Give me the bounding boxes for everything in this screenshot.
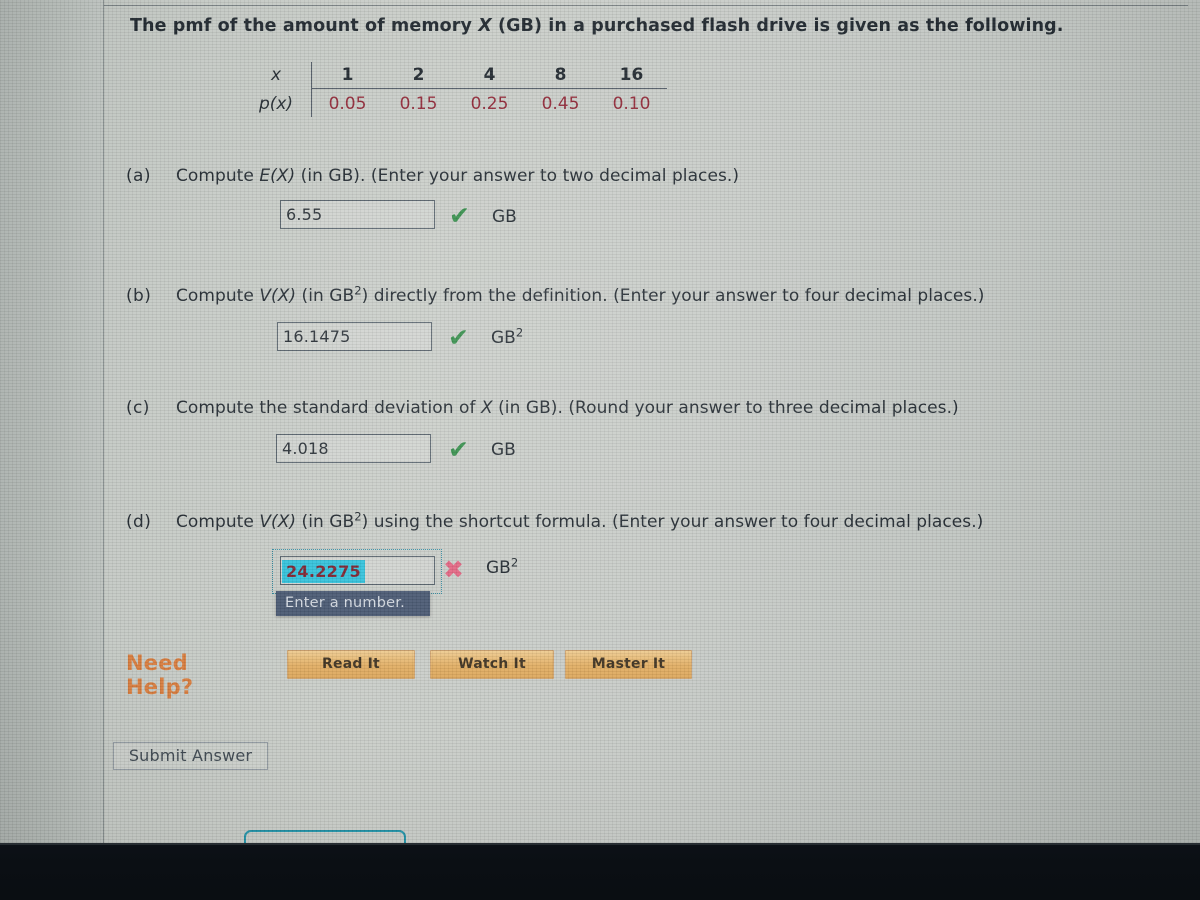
problem-statement: The pmf of the amount of memory X (GB) i… xyxy=(130,16,1064,36)
part-d-incorrect-icon: ✖ xyxy=(443,555,464,584)
part-d-label: (d) xyxy=(126,512,152,532)
part-d-validation-tooltip: Enter a number. xyxy=(276,591,430,616)
submit-answer-button[interactable]: Submit Answer xyxy=(113,742,268,770)
part-d-prompt-tail: (in GB2) using the shortcut formula. (En… xyxy=(296,509,984,532)
pmf-row-header-x: x xyxy=(254,62,312,89)
master-it-button[interactable]: Master It xyxy=(565,650,692,679)
watch-it-button[interactable]: Watch It xyxy=(430,650,554,679)
part-c-expression: X xyxy=(480,398,493,418)
pmf-x-cell: 16 xyxy=(596,62,667,89)
part-c-answer-input[interactable] xyxy=(276,434,431,463)
part-c-label: (c) xyxy=(126,398,150,418)
part-d-selected-text[interactable]: 24.2275 xyxy=(282,560,365,583)
pmf-x-cell: 8 xyxy=(525,62,596,89)
part-c-prompt-tail: (in GB). (Round your answer to three dec… xyxy=(492,398,959,418)
part-c-correct-icon: ✔ xyxy=(448,435,469,464)
page-left-margin xyxy=(0,0,104,846)
part-a-unit-label: GB xyxy=(492,207,517,227)
bezel-highlight-edge xyxy=(0,843,1200,845)
homework-question-panel: The pmf of the amount of memory X (GB) i… xyxy=(104,0,1200,860)
need-help-label: Need Help? xyxy=(126,651,194,699)
part-c-unit-label: GB xyxy=(491,440,516,460)
photographed-screen: The pmf of the amount of memory X (GB) i… xyxy=(0,0,1200,900)
pmf-p-cell: 0.15 xyxy=(399,93,438,114)
read-it-button[interactable]: Read It xyxy=(287,650,415,679)
part-a-correct-icon: ✔ xyxy=(449,201,470,230)
pmf-x-cell: 2 xyxy=(383,62,454,89)
laptop-bezel xyxy=(0,843,1200,900)
part-a-prompt: Compute E(X) (in GB). (Enter your answer… xyxy=(176,166,739,186)
part-d-prompt-lead: Compute xyxy=(176,512,260,532)
pmf-table-row-p: p(x) 0.05 0.15 0.25 0.45 0.10 xyxy=(254,88,667,117)
pmf-row-header-p: p(x) xyxy=(254,88,312,117)
part-c-prompt: Compute the standard deviation of X (in … xyxy=(176,398,959,418)
part-b-correct-icon: ✔ xyxy=(448,323,469,352)
part-b-answer-input[interactable] xyxy=(277,322,432,351)
part-a-prompt-lead: Compute xyxy=(176,166,260,186)
part-b-prompt: Compute V(X) (in GB2) directly from the … xyxy=(176,283,985,306)
part-b-unit-label: GB2 xyxy=(491,325,524,348)
pmf-p-cell: 0.05 xyxy=(328,93,367,114)
part-b-prompt-tail: (in GB2) directly from the definition. (… xyxy=(296,283,985,306)
part-b-prompt-lead: Compute xyxy=(176,286,260,306)
part-a-prompt-tail: (in GB). (Enter your answer to two decim… xyxy=(295,166,739,186)
part-a-label: (a) xyxy=(126,166,151,186)
pmf-p-cell: 0.25 xyxy=(470,93,509,114)
stem-text-before: The pmf of the amount of memory xyxy=(130,16,479,36)
top-divider xyxy=(104,5,1188,6)
part-d-unit-label: GB2 xyxy=(486,555,519,578)
part-b-expression: V(X) xyxy=(259,286,297,306)
part-d-prompt: Compute V(X) (in GB2) using the shortcut… xyxy=(176,509,984,532)
stem-random-variable: X xyxy=(478,16,492,36)
part-a-expression: E(X) xyxy=(259,166,296,186)
stem-text-after: (GB) in a purchased flash drive is given… xyxy=(491,16,1064,36)
pmf-x-cell: 1 xyxy=(311,62,383,89)
part-d-expression: V(X) xyxy=(259,512,297,532)
pmf-table: x 1 2 4 8 16 p(x) 0.05 0.15 0.25 0.45 0.… xyxy=(254,62,667,117)
pmf-table-row-x: x 1 2 4 8 16 xyxy=(254,62,667,89)
pmf-x-cell: 4 xyxy=(454,62,525,89)
part-b-label: (b) xyxy=(126,286,152,306)
part-c-prompt-lead: Compute the standard deviation of xyxy=(176,398,481,418)
pmf-p-cell: 0.10 xyxy=(612,93,651,114)
part-a-answer-input[interactable] xyxy=(280,200,435,229)
pmf-p-cell: 0.45 xyxy=(541,93,580,114)
